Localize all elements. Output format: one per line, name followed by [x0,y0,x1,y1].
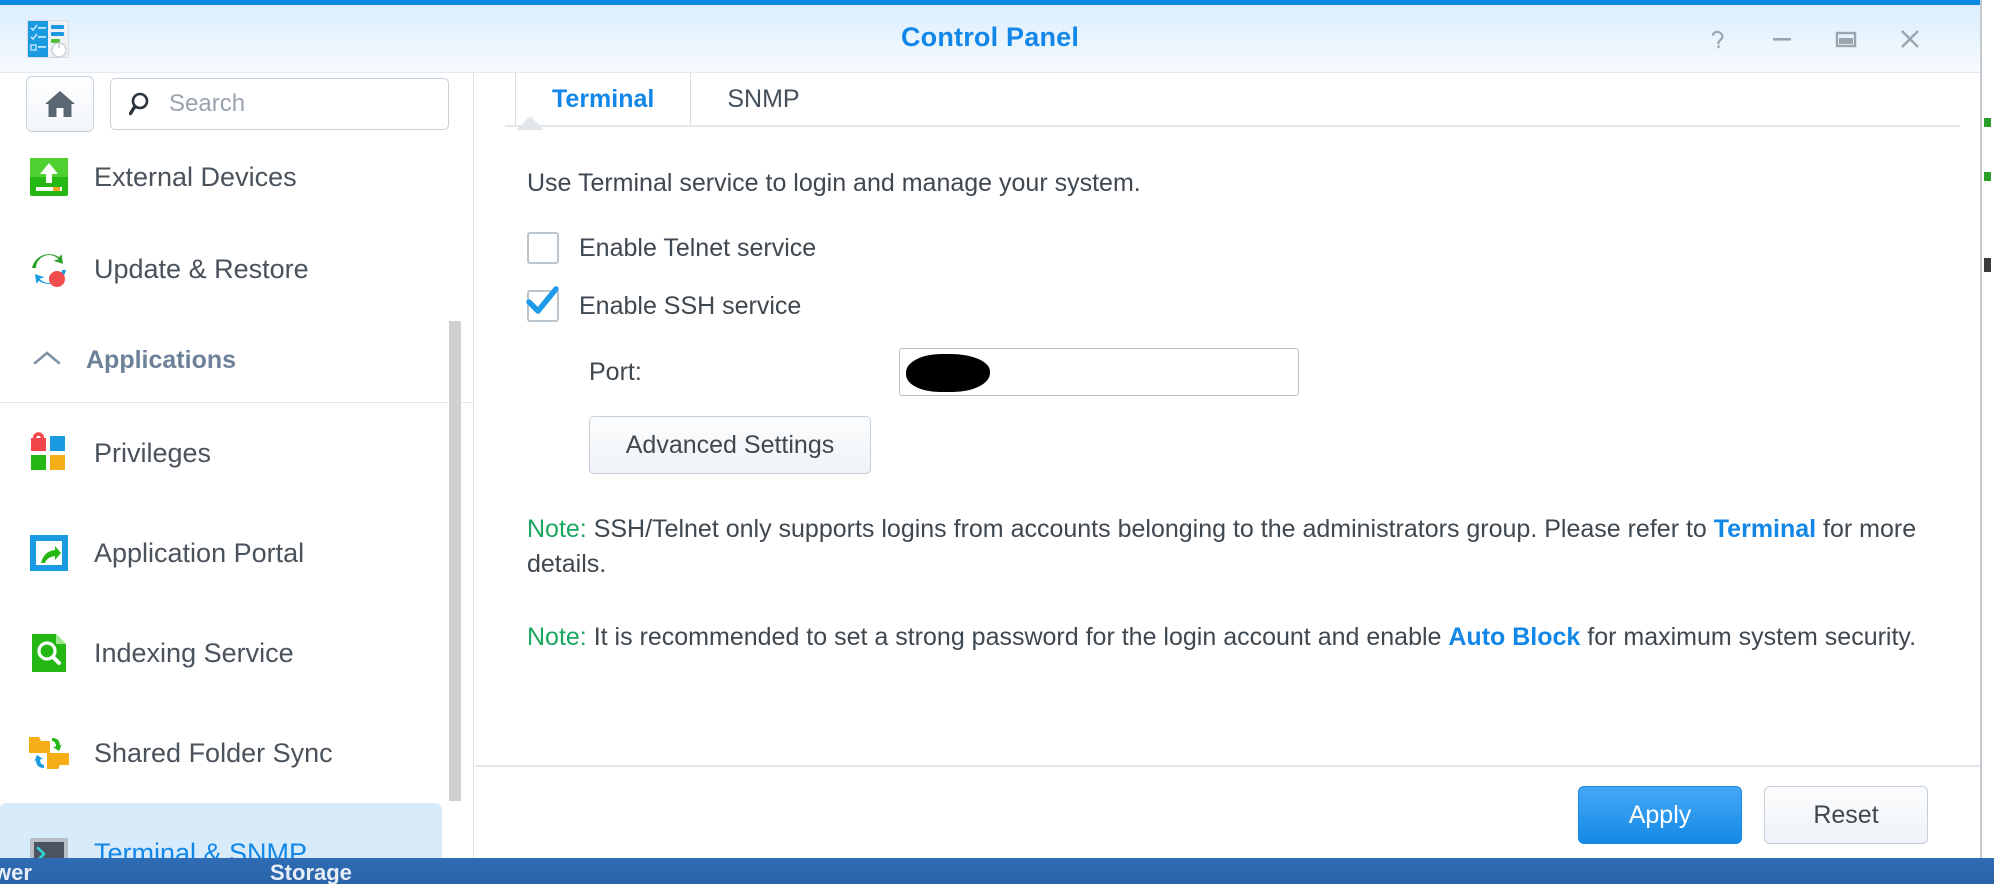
tab-strip: Terminal SNMP [475,73,1980,131]
close-button[interactable] [1890,21,1930,57]
sidebar-item-privileges[interactable]: Privileges [0,403,473,503]
shared-folder-sync-icon [26,730,72,776]
action-footer: Apply Reset [475,765,1980,858]
enable-telnet-checkbox[interactable] [527,232,559,264]
advanced-settings-button[interactable]: Advanced Settings [589,416,871,474]
tab-snmp[interactable]: SNMP [690,73,835,125]
sidebar-nav-scroll: External Devices Update & Restore Applic… [0,135,473,858]
home-button[interactable] [26,76,94,132]
chevron-up-icon [30,348,64,373]
port-redaction-mark [906,354,990,392]
sidebar-item-application-portal[interactable]: Application Portal [0,503,473,603]
terminal-settings-content: Use Terminal service to login and manage… [475,127,1980,803]
window-body: External Devices Update & Restore [0,73,1980,858]
terminal-snmp-icon [26,830,72,858]
enable-telnet-label[interactable]: Enable Telnet service [579,234,816,263]
update-restore-icon [26,246,72,292]
note-label: Note: [527,515,587,543]
sliver-chip [1984,172,1991,181]
indexing-service-icon [26,630,72,676]
note-text-before: SSH/Telnet only supports logins from acc… [586,515,1714,543]
sidebar-item-external-devices[interactable]: External Devices [0,135,473,219]
sliver-chip [1984,258,1991,272]
window-titlebar: Control Panel [0,5,1980,73]
terminal-link[interactable]: Terminal [1714,515,1816,543]
tab-label: Terminal [552,84,655,113]
sidebar-item-label: Update & Restore [94,253,309,284]
tab-label: SNMP [727,84,800,113]
desktop-right-sliver [1980,0,1994,858]
auto-block-link[interactable]: Auto Block [1448,623,1580,651]
active-tab-indicator [516,116,544,131]
help-button[interactable] [1698,21,1738,57]
taskbar[interactable]: wer Storage [0,858,1994,884]
sidebar-scrollbar[interactable] [449,73,461,801]
sidebar-item-update-restore[interactable]: Update & Restore [0,219,473,319]
note-text-before: It is recommended to set a strong passwo… [586,623,1449,651]
enable-ssh-checkbox[interactable] [526,286,559,322]
sidebar-group-label: Applications [86,346,237,374]
sidebar-item-label: Privileges [94,437,212,468]
sidebar-group-applications[interactable]: Applications [0,319,473,403]
search-input-wrapper[interactable] [110,78,449,130]
search-icon [129,92,149,116]
sidebar-item-label: Application Portal [94,537,305,568]
reset-button[interactable]: Reset [1764,786,1928,844]
sidebar-item-indexing-service[interactable]: Indexing Service [0,603,473,703]
enable-ssh-label[interactable]: Enable SSH service [579,292,801,321]
note-label: Note: [527,623,587,651]
taskbar-item[interactable]: Storage [270,860,352,884]
sidebar-scrollbar-thumb[interactable] [449,321,461,801]
taskbar-item[interactable]: wer [0,860,32,884]
port-input-wrapper[interactable] [899,348,1299,396]
sidebar-item-terminal-snmp[interactable]: Terminal & SNMP [0,803,442,858]
control-panel-window: Control Panel Search External Devices Up… [0,0,1980,858]
minimize-button[interactable] [1762,21,1802,57]
search-input[interactable] [169,90,430,118]
port-label: Port: [589,357,642,386]
desktop-background: wer Storage Control Panel Search Externa… [0,0,1994,884]
sidebar-item-shared-folder-sync[interactable]: Shared Folder Sync [0,703,473,803]
main-pane: Terminal SNMP Use Terminal service to lo… [475,73,1980,858]
note-ssh-telnet: Note: SSH/Telnet only supports logins fr… [527,512,1928,582]
port-row: Port: [589,348,1928,396]
note-text-after: for maximum system security. [1580,623,1917,651]
sliver-chip [1984,118,1991,127]
sidebar: External Devices Update & Restore [0,73,474,858]
external-devices-icon [26,154,72,200]
sidebar-item-label: Terminal & SNMP [94,837,308,859]
note-strong-password: Note: It is recommended to set a strong … [527,620,1928,655]
sidebar-header [0,73,473,132]
home-icon [45,91,75,117]
intro-text: Use Terminal service to login and manage… [527,169,1141,197]
sidebar-item-label: External Devices [94,161,297,192]
sidebar-item-label: Shared Folder Sync [94,737,333,768]
privileges-icon [26,430,72,476]
telnet-checkbox-row[interactable]: Enable Telnet service [527,232,1928,264]
apply-button[interactable]: Apply [1578,786,1742,844]
ssh-checkbox-row[interactable]: Enable SSH service [526,286,1928,322]
window-title: Control Panel [900,22,1080,52]
sidebar-item-label: Indexing Service [94,637,294,668]
maximize-button[interactable] [1826,21,1866,57]
application-portal-icon [26,530,72,576]
tab-terminal[interactable]: Terminal [515,73,690,131]
